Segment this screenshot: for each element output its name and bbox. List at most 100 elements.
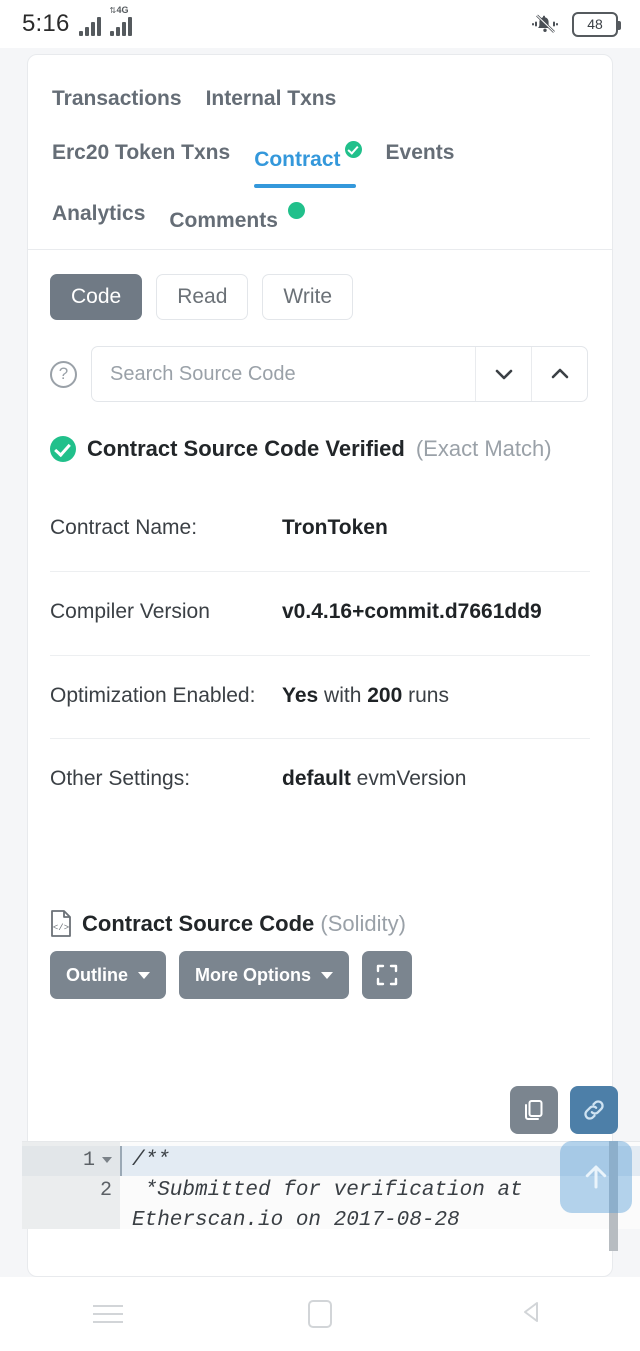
detail-value-rest: with — [318, 683, 368, 707]
detail-label: Compiler Version — [50, 599, 210, 623]
detail-value-strong: default — [282, 767, 351, 791]
battery-level: 48 — [587, 16, 603, 32]
more-options-button[interactable]: More Options — [179, 951, 349, 999]
verified-check-icon — [50, 436, 76, 462]
source-title-text: Contract Source Code — [82, 910, 315, 936]
table-row: Contract Name: TronToken — [50, 488, 590, 571]
copy-icon — [525, 1100, 543, 1120]
tab-events[interactable]: Events — [386, 127, 455, 181]
recents-icon[interactable] — [92, 1299, 123, 1329]
status-bar-left: 5:16 ⇅ 4G — [22, 6, 132, 37]
link-icon — [584, 1100, 604, 1120]
mode-button-code[interactable]: Code — [50, 274, 143, 320]
source-code-header: </> Contract Source Code (Solidity) — [28, 822, 612, 937]
verified-match: (Exact Match) — [415, 436, 552, 461]
android-nav-bar — [0, 1277, 640, 1351]
outline-button[interactable]: Outline — [50, 951, 166, 999]
signal-bars-4g-icon: ⇅ 4G — [109, 6, 132, 36]
tab-analytics[interactable]: Analytics — [52, 188, 145, 242]
detail-value: Yes with 200 runs — [282, 678, 449, 715]
line-number[interactable]: 1 — [22, 1146, 120, 1176]
comments-indicator-dot — [287, 202, 305, 219]
detail-label: Contract Name: — [50, 516, 198, 539]
fullscreen-icon — [376, 964, 398, 986]
table-row: Optimization Enabled: Yes with 200 runs — [50, 654, 590, 739]
verified-title: Contract Source Code Verified — [87, 436, 405, 461]
chevron-down-icon — [138, 971, 150, 979]
link-button[interactable] — [570, 1086, 618, 1134]
phone-screen: 5:16 ⇅ 4G 48 Transactions Internal Txns … — [0, 0, 640, 1351]
status-bar-right: 48 — [530, 11, 621, 37]
detail-value: v0.4.16+commit.d7661dd9 — [282, 594, 542, 631]
tab-label: Analytics — [52, 202, 146, 225]
line-number: 2 — [22, 1176, 120, 1206]
scroll-to-top-button[interactable] — [560, 1141, 632, 1213]
detail-value: default evmVersion — [282, 761, 466, 798]
mode-button-read[interactable]: Read — [156, 274, 249, 320]
table-row: Other Settings: default evmVersion — [50, 738, 590, 822]
more-options-label: More Options — [195, 964, 311, 985]
verified-banner: Contract Source Code Verified (Exact Mat… — [28, 402, 612, 462]
bell-muted-icon — [530, 12, 560, 36]
tab-label: Comments — [169, 209, 278, 232]
tab-row-1: Transactions Internal Txns — [28, 73, 612, 127]
verified-check-icon — [344, 141, 362, 158]
source-toolbar: Outline More Options — [28, 937, 612, 999]
tab-contract[interactable]: Contract — [254, 127, 362, 188]
arrow-up-icon — [585, 1165, 607, 1189]
network-type-label: 4G — [116, 5, 129, 15]
contract-mode-switch: Code Read Write — [28, 250, 612, 320]
home-icon[interactable] — [307, 1300, 332, 1328]
outline-label: Outline — [66, 964, 128, 985]
data-arrows-icon: ⇅ — [109, 6, 117, 15]
tab-transactions[interactable]: Transactions — [52, 73, 182, 127]
file-code-icon: </> — [50, 910, 72, 937]
tab-label: Transactions — [52, 87, 182, 110]
svg-text:</>: </> — [53, 923, 69, 933]
tab-label: Contract — [254, 148, 341, 171]
table-row: Compiler Version v0.4.16+commit.d7661dd9 — [50, 570, 590, 655]
chevron-down-icon — [321, 971, 333, 979]
mode-button-write[interactable]: Write — [262, 274, 354, 320]
question-circle-icon[interactable]: ? — [50, 360, 77, 388]
search-input[interactable] — [92, 347, 475, 401]
detail-value-strong: v0.4.16+commit.d7661dd9 — [282, 599, 542, 623]
tab-comments[interactable]: Comments — [169, 188, 305, 249]
signal-bars-icon — [78, 16, 101, 36]
code-action-buttons — [510, 1086, 618, 1134]
status-time: 5:16 — [22, 10, 70, 37]
contract-details-table: Contract Name: TronToken Compiler Versio… — [28, 488, 612, 822]
chevron-up-icon[interactable] — [531, 347, 587, 401]
tab-bar: Transactions Internal Txns Erc20 Token T… — [28, 55, 612, 250]
code-editor[interactable]: 1 2 /** *Submitted for verification at E… — [22, 1141, 640, 1229]
tab-label: Internal Txns — [205, 87, 337, 110]
detail-value-strong: Yes — [282, 683, 319, 707]
copy-button[interactable] — [510, 1086, 558, 1134]
page-title: Contract Source Code (Solidity) — [82, 911, 406, 937]
status-bar: 5:16 ⇅ 4G 48 — [0, 0, 640, 48]
tab-label: Events — [385, 141, 455, 164]
line-number-text: 1 — [82, 1149, 95, 1172]
detail-value-rest: evmVersion — [350, 767, 467, 791]
tab-row-3: Analytics Comments — [28, 188, 612, 249]
tab-internal-txns[interactable]: Internal Txns — [206, 73, 337, 127]
battery-icon: 48 — [572, 11, 621, 37]
detail-value-strong2: 200 — [367, 683, 403, 707]
source-language: (Solidity) — [320, 910, 406, 936]
detail-label: Other Settings: — [50, 767, 191, 791]
chevron-down-icon[interactable] — [475, 347, 531, 401]
back-icon[interactable] — [517, 1297, 547, 1332]
tab-row-2: Erc20 Token Txns Contract Events — [28, 127, 612, 188]
search-source-code-box — [91, 346, 588, 402]
detail-label: Optimization Enabled: — [50, 683, 256, 707]
tab-label: Erc20 Token Txns — [52, 141, 231, 164]
fullscreen-button[interactable] — [362, 951, 412, 999]
detail-value-strong: TronToken — [282, 516, 388, 539]
tab-erc20-token-txns[interactable]: Erc20 Token Txns — [52, 127, 230, 181]
code-fold-icon[interactable] — [102, 1156, 112, 1163]
line-number-text: 2 — [99, 1179, 112, 1202]
detail-value: TronToken — [282, 510, 388, 547]
detail-value-rest2: runs — [402, 683, 449, 707]
line-number-gutter: 1 2 — [22, 1142, 120, 1229]
source-search-row: ? — [28, 320, 612, 402]
